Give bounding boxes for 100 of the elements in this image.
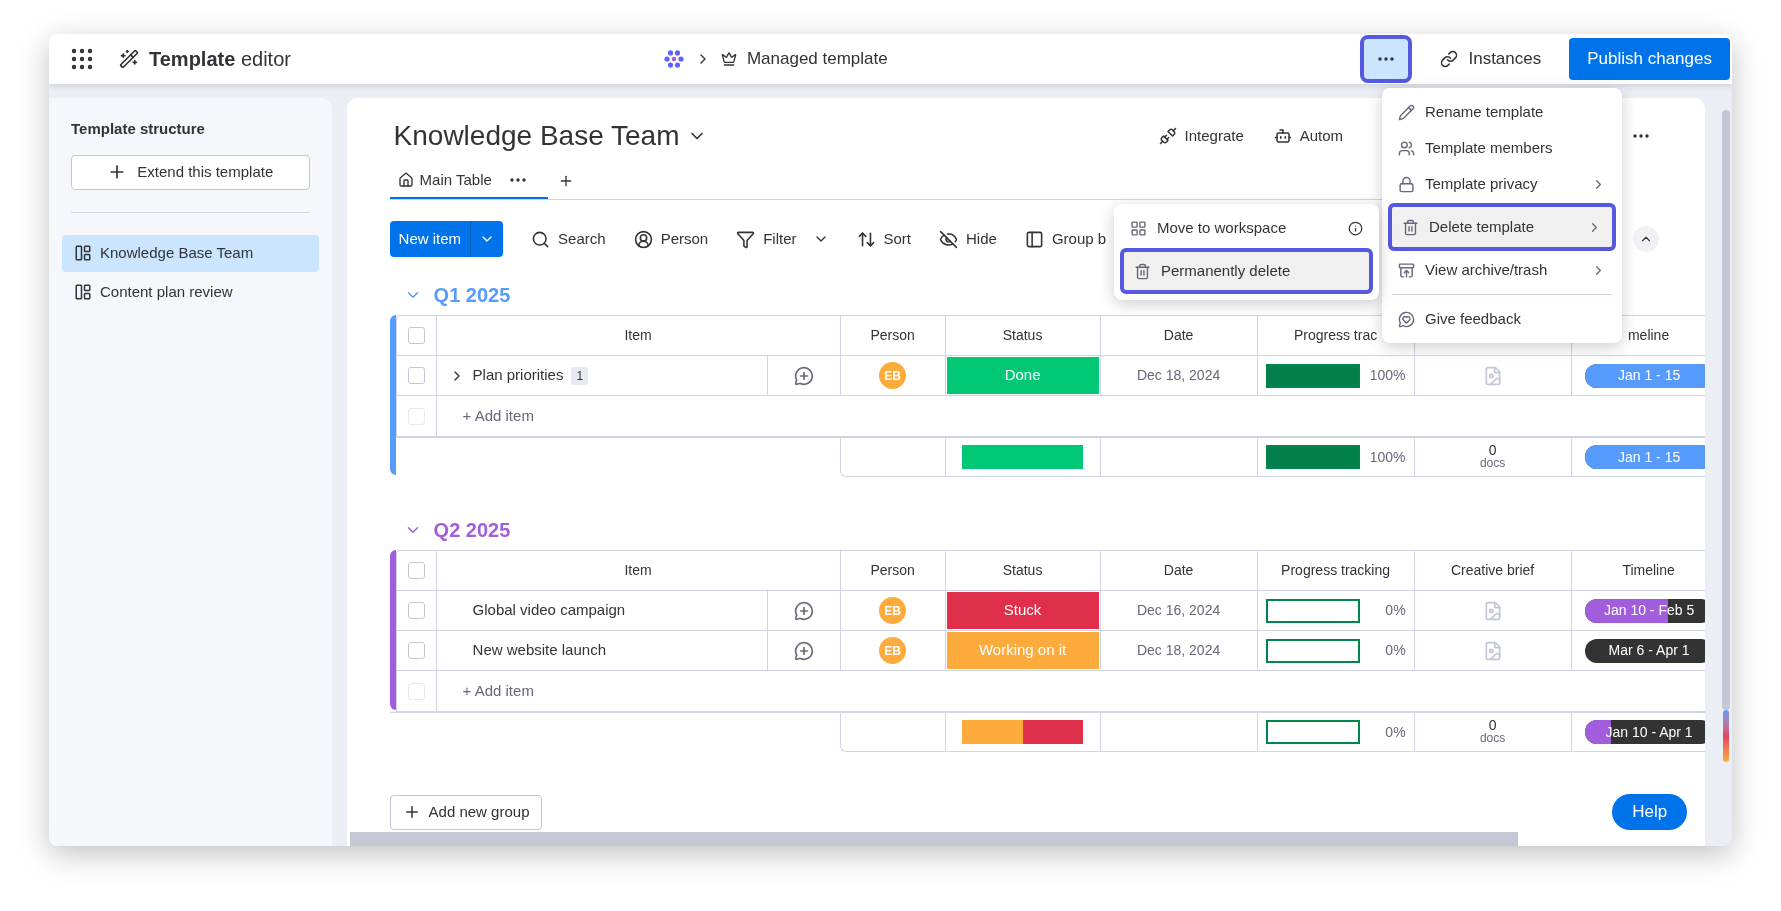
archive-box-icon — [1398, 261, 1415, 279]
progress-percent: 0% — [1385, 641, 1406, 660]
horizontal-scrollbar[interactable] — [349, 832, 1518, 846]
column-header[interactable]: Creative brief — [1450, 560, 1535, 581]
row-checkbox[interactable] — [407, 642, 425, 659]
sidebar-title: Template structure — [71, 119, 206, 139]
item-name[interactable]: Plan priorities — [472, 364, 564, 387]
menu-item[interactable]: Template members — [1388, 130, 1616, 166]
toolbar-action[interactable]: Sort — [856, 227, 911, 251]
columns-icon — [1024, 229, 1044, 249]
column-header[interactable]: Timeline — [1622, 560, 1675, 581]
docs-count: 0 — [1488, 444, 1497, 457]
column-header[interactable]: Item — [624, 560, 652, 581]
timeline-text: Mar 6 - Apr 1 — [1608, 641, 1690, 660]
docs-count: 0 — [1488, 719, 1497, 732]
column-header[interactable]: meline — [1627, 325, 1670, 346]
add-group-button[interactable]: Add new group — [389, 794, 543, 830]
column-header[interactable]: Person — [870, 325, 915, 346]
sidebar-item[interactable]: Content plan review — [62, 273, 319, 311]
vertical-scrollbar[interactable] — [1722, 110, 1731, 710]
toolbar-action[interactable]: Person — [633, 227, 709, 251]
people-icon — [1398, 139, 1415, 157]
row-checkbox[interactable] — [407, 562, 425, 579]
item-name[interactable]: New website launch — [472, 639, 606, 662]
more-icon — [1378, 57, 1395, 61]
menu-item[interactable]: Move to workspace — [1120, 210, 1373, 246]
row-checkbox[interactable] — [407, 367, 425, 384]
column-header[interactable]: Status — [1002, 325, 1043, 346]
column-header[interactable]: Progress tracking — [1281, 560, 1391, 581]
scroll-indicator — [1723, 710, 1730, 762]
date-text: Dec 18, 2024 — [1136, 366, 1221, 385]
subitem-count: 1 — [571, 366, 589, 385]
timeline-text: Jan 1 - 15 — [1617, 366, 1681, 385]
board-icon — [74, 283, 92, 301]
progress-percent: 100% — [1369, 447, 1406, 467]
app-title: Template editor — [149, 47, 291, 72]
add-item-link[interactable]: + Add item — [462, 404, 534, 428]
row-checkbox[interactable] — [407, 602, 425, 619]
column-header[interactable]: Status — [1002, 560, 1043, 581]
home-icon — [397, 172, 414, 188]
board-icon — [74, 244, 92, 262]
column-header[interactable]: Date — [1163, 560, 1194, 581]
menu-item[interactable]: View archive/trash — [1388, 252, 1616, 288]
item-name[interactable]: Global video campaign — [472, 599, 626, 622]
group-title[interactable]: Q2 2025 — [433, 515, 511, 545]
breadcrumb-title[interactable]: Managed template — [746, 46, 888, 72]
trash-icon — [1134, 262, 1151, 280]
status-label[interactable]: Stuck — [946, 592, 1099, 629]
add-update-icon[interactable] — [793, 600, 814, 621]
sidebar-item[interactable]: Knowledge Base Team — [62, 234, 319, 272]
column-header[interactable]: Progress trac — [1293, 325, 1378, 346]
row-checkbox[interactable] — [407, 327, 425, 344]
docs-label: docs — [1479, 457, 1506, 470]
menu-item[interactable]: Template privacy — [1388, 166, 1616, 202]
column-header[interactable]: Item — [624, 325, 652, 346]
new-item-button[interactable]: New item — [389, 221, 504, 257]
flower-logo-icon — [662, 48, 685, 70]
add-item-link[interactable]: + Add item — [462, 679, 534, 703]
more-button[interactable] — [1360, 35, 1413, 83]
wand-icon — [119, 49, 139, 69]
toolbar-action[interactable]: Search — [531, 227, 606, 251]
robot-icon — [1273, 127, 1292, 145]
apps-grid-icon[interactable] — [71, 48, 93, 70]
trash-icon — [1402, 218, 1419, 236]
menu-item[interactable]: Rename template — [1388, 94, 1616, 130]
lock-icon — [1398, 175, 1415, 193]
add-update-icon[interactable] — [793, 365, 814, 386]
publish-button[interactable]: Publish changes — [1569, 38, 1730, 80]
search-icon — [531, 229, 551, 249]
view-tab[interactable]: Main Table — [389, 163, 548, 199]
menu-item[interactable]: Permanently delete — [1120, 248, 1373, 294]
toolbar-action[interactable]: Hide — [939, 227, 997, 251]
menu-item[interactable]: Delete template — [1388, 203, 1616, 251]
column-header[interactable]: Person — [870, 560, 915, 581]
new-item-label[interactable]: New item — [389, 227, 471, 251]
instances-button[interactable]: Instances — [1432, 46, 1550, 72]
date-text: Dec 18, 2024 — [1136, 641, 1221, 660]
heart-chat-icon — [1398, 310, 1415, 328]
person-icon — [633, 229, 653, 249]
help-button[interactable]: Help — [1612, 794, 1688, 830]
tab-more-icon[interactable] — [509, 178, 526, 182]
progress-percent: 100% — [1369, 366, 1406, 385]
info-icon[interactable] — [1348, 220, 1363, 236]
board-title[interactable]: Knowledge Base Team — [393, 115, 680, 157]
plug-icon — [1158, 127, 1177, 145]
toolbar-action[interactable]: Filter — [736, 227, 829, 251]
board-more-icon[interactable] — [1633, 134, 1650, 138]
column-header[interactable]: Date — [1163, 325, 1194, 346]
pencil-icon — [1398, 103, 1415, 121]
header-action[interactable]: Autom — [1273, 124, 1344, 148]
timeline-bar[interactable]: Mar 6 - Apr 1 — [1585, 638, 1706, 663]
toolbar-action[interactable]: Group b — [1024, 227, 1107, 251]
header-action[interactable]: Integrate — [1158, 124, 1244, 148]
docs-label: docs — [1479, 732, 1506, 745]
timeline-text: Jan 1 - 15 — [1617, 447, 1681, 467]
add-update-icon[interactable] — [793, 640, 814, 661]
crown-icon — [720, 51, 737, 67]
date-text: Dec 16, 2024 — [1136, 601, 1221, 620]
extend-template-button[interactable]: Extend this template — [71, 154, 310, 190]
menu-item[interactable]: Give feedback — [1388, 301, 1616, 337]
